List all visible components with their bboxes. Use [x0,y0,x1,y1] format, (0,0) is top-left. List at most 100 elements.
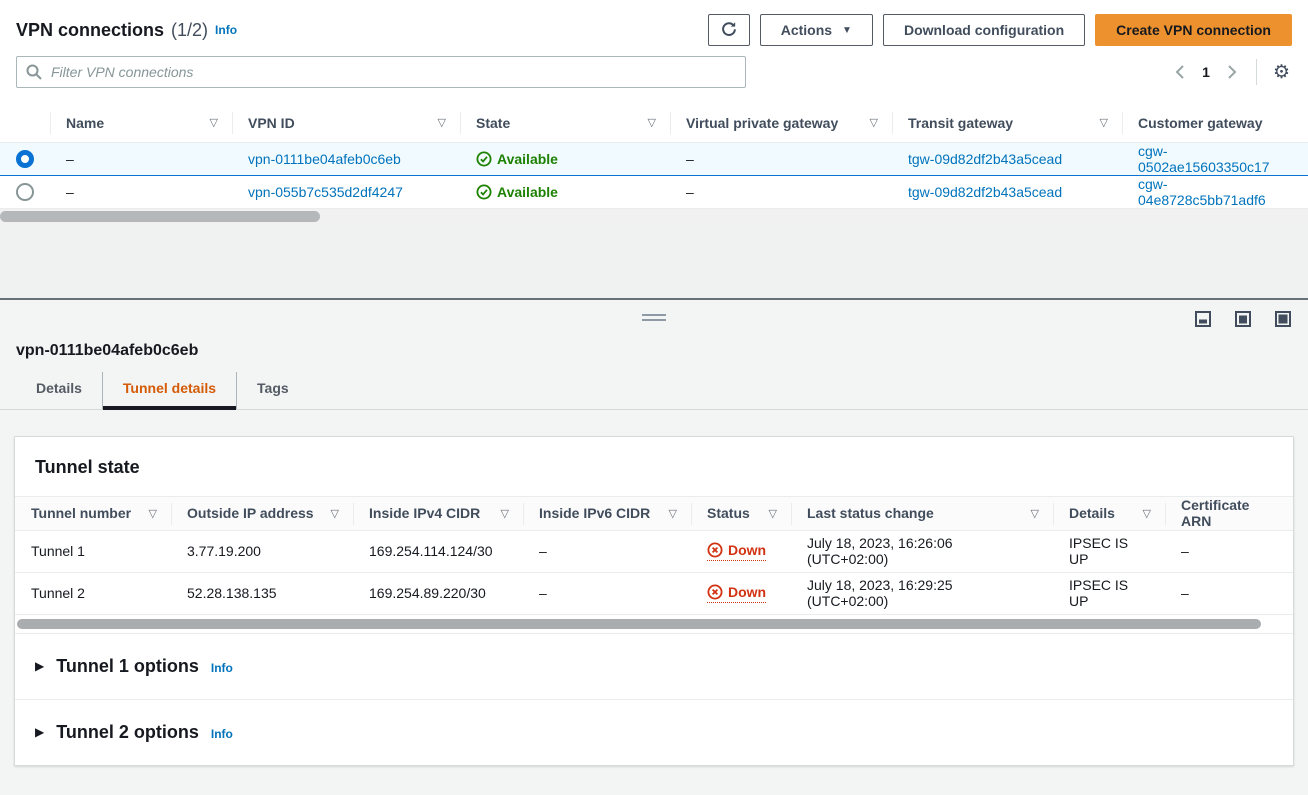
page-header: VPN connections (1/2) Info Actions ▼ Dow… [0,0,1308,46]
column-header-name[interactable]: Name▽ [50,104,232,142]
row-radio-selected[interactable] [16,150,34,168]
download-configuration-button[interactable]: Download configuration [883,14,1085,46]
panel-title: vpn-0111be04afeb0c6eb [0,340,1308,360]
page-title: VPN connections [16,20,164,41]
vpn-id-link[interactable]: vpn-055b7c535d2df4247 [248,184,403,200]
tunnel-row: Tunnel 1 3.77.19.200 169.254.114.124/30 … [15,530,1293,572]
customer-gateway-link[interactable]: cgw-04e8728c5bb71adf6 [1138,176,1266,208]
expand-right-icon: ▶ [35,659,44,673]
header-actions: Actions ▼ Download configuration Create … [708,14,1292,46]
caret-down-icon: ▼ [842,25,852,36]
sort-icon[interactable]: ▽ [1100,116,1108,129]
search-icon [25,63,43,84]
panel-size-large-icon[interactable] [1274,310,1292,328]
column-header-outside-ip[interactable]: Outside IP address▽ [171,496,353,530]
actions-button[interactable]: Actions ▼ [760,14,873,46]
vpn-id-link[interactable]: vpn-0111be04afeb0c6eb [248,151,401,167]
next-page-button[interactable] [1222,60,1242,84]
tunnel-state-card: Tunnel state Tunnel number▽ Outside IP a… [14,436,1294,766]
chevron-left-icon [1174,64,1186,80]
cell-inside-ipv4: 169.254.114.124/30 [353,530,523,572]
table-row[interactable]: – vpn-055b7c535d2df4247 Available – tgw-… [0,175,1308,208]
sort-icon[interactable]: ▽ [1143,507,1151,520]
sort-icon[interactable]: ▽ [669,507,677,520]
row-radio-unselected[interactable] [16,183,34,201]
preferences-gear-icon[interactable]: ⚙ [1271,61,1292,84]
section-label: Tunnel 1 options [56,656,199,677]
cell-certificate-arn: – [1165,572,1293,614]
radio-column-header [0,104,50,142]
column-header-vpn-id[interactable]: VPN ID▽ [232,104,460,142]
panel-size-medium-icon[interactable] [1234,310,1252,328]
tab-details[interactable]: Details [16,372,102,409]
tunnel-state-title: Tunnel state [15,437,1293,496]
filter-vpn-connections-input[interactable] [16,56,746,88]
column-header-status[interactable]: Status▽ [691,496,791,530]
sort-icon[interactable]: ▽ [1031,507,1039,520]
tab-tags[interactable]: Tags [236,372,309,409]
tunnel-state-table: Tunnel number▽ Outside IP address▽ Insid… [15,496,1293,615]
column-header-tunnel-number[interactable]: Tunnel number▽ [15,496,171,530]
create-vpn-connection-button[interactable]: Create VPN connection [1095,14,1292,46]
x-circle-icon [707,584,723,600]
column-header-transit-gateway[interactable]: Transit gateway▽ [892,104,1122,142]
vpn-connections-table: Name▽ VPN ID▽ State▽ Virtual private gat… [0,104,1308,209]
pagination-divider [1256,59,1257,85]
section-label: Tunnel 2 options [56,722,199,743]
x-circle-icon [707,542,723,558]
status-down-badge[interactable]: Down [707,584,766,603]
tunnel-2-options-section[interactable]: ▶ Tunnel 2 options Info [15,699,1293,765]
info-link[interactable]: Info [211,727,233,741]
panel-drag-handle-icon[interactable] [642,314,666,321]
panel-size-small-icon[interactable] [1194,310,1212,328]
scrollbar-thumb[interactable] [0,211,320,222]
cell-tunnel-number: Tunnel 2 [15,572,171,614]
horizontal-scrollbar [15,617,1293,631]
sort-icon[interactable]: ▽ [769,507,777,520]
transit-gateway-link[interactable]: tgw-09d82df2b43a5cead [908,184,1062,200]
scrollbar-thumb[interactable] [17,619,1261,629]
column-header-virtual-private-gateway[interactable]: Virtual private gateway▽ [670,104,892,142]
split-panel: vpn-0111be04afeb0c6eb Details Tunnel det… [0,300,1308,795]
sort-icon[interactable]: ▽ [210,116,218,129]
refresh-button[interactable] [708,14,750,46]
info-link[interactable]: Info [215,23,237,37]
tunnel-1-options-section[interactable]: ▶ Tunnel 1 options Info [15,633,1293,699]
search-box [16,56,746,88]
current-page-number[interactable]: 1 [1202,64,1210,80]
horizontal-scrollbar [0,209,1308,224]
cell-inside-ipv6: – [523,530,691,572]
tab-tunnel-details[interactable]: Tunnel details [102,372,236,409]
column-header-inside-ipv4[interactable]: Inside IPv4 CIDR▽ [353,496,523,530]
split-panel-controls [0,300,1308,340]
transit-gateway-link[interactable]: tgw-09d82df2b43a5cead [908,151,1062,167]
column-header-inside-ipv6[interactable]: Inside IPv6 CIDR▽ [523,496,691,530]
table-row[interactable]: – vpn-0111be04afeb0c6eb Available – tgw-… [0,142,1308,175]
column-header-customer-gateway[interactable]: Customer gateway [1122,104,1308,142]
previous-page-button[interactable] [1170,60,1190,84]
column-header-state[interactable]: State▽ [460,104,670,142]
column-header-details[interactable]: Details▽ [1053,496,1165,530]
column-header-certificate-arn[interactable]: Certificate ARN [1165,496,1293,530]
chevron-right-icon [1226,64,1238,80]
sort-icon[interactable]: ▽ [438,116,446,129]
pagination: 1 ⚙ [1170,59,1292,85]
cell-outside-ip: 3.77.19.200 [171,530,353,572]
connections-header-row: Name▽ VPN ID▽ State▽ Virtual private gat… [0,104,1308,142]
expand-right-icon: ▶ [35,725,44,739]
info-link[interactable]: Info [211,661,233,675]
sort-icon[interactable]: ▽ [149,507,157,520]
selection-count: (1/2) [171,20,208,41]
tunnel-row: Tunnel 2 52.28.138.135 169.254.89.220/30… [15,572,1293,614]
sort-icon[interactable]: ▽ [501,507,509,520]
state-available-badge: Available [476,184,558,200]
cell-name: – [50,175,232,208]
column-header-last-status-change[interactable]: Last status change▽ [791,496,1053,530]
sort-icon[interactable]: ▽ [331,507,339,520]
sort-icon[interactable]: ▽ [648,116,656,129]
check-circle-icon [476,151,492,167]
customer-gateway-link[interactable]: cgw-0502ae15603350c17 [1138,143,1270,175]
status-down-badge[interactable]: Down [707,542,766,561]
tabs: Details Tunnel details Tags [0,372,1308,410]
sort-icon[interactable]: ▽ [870,116,878,129]
